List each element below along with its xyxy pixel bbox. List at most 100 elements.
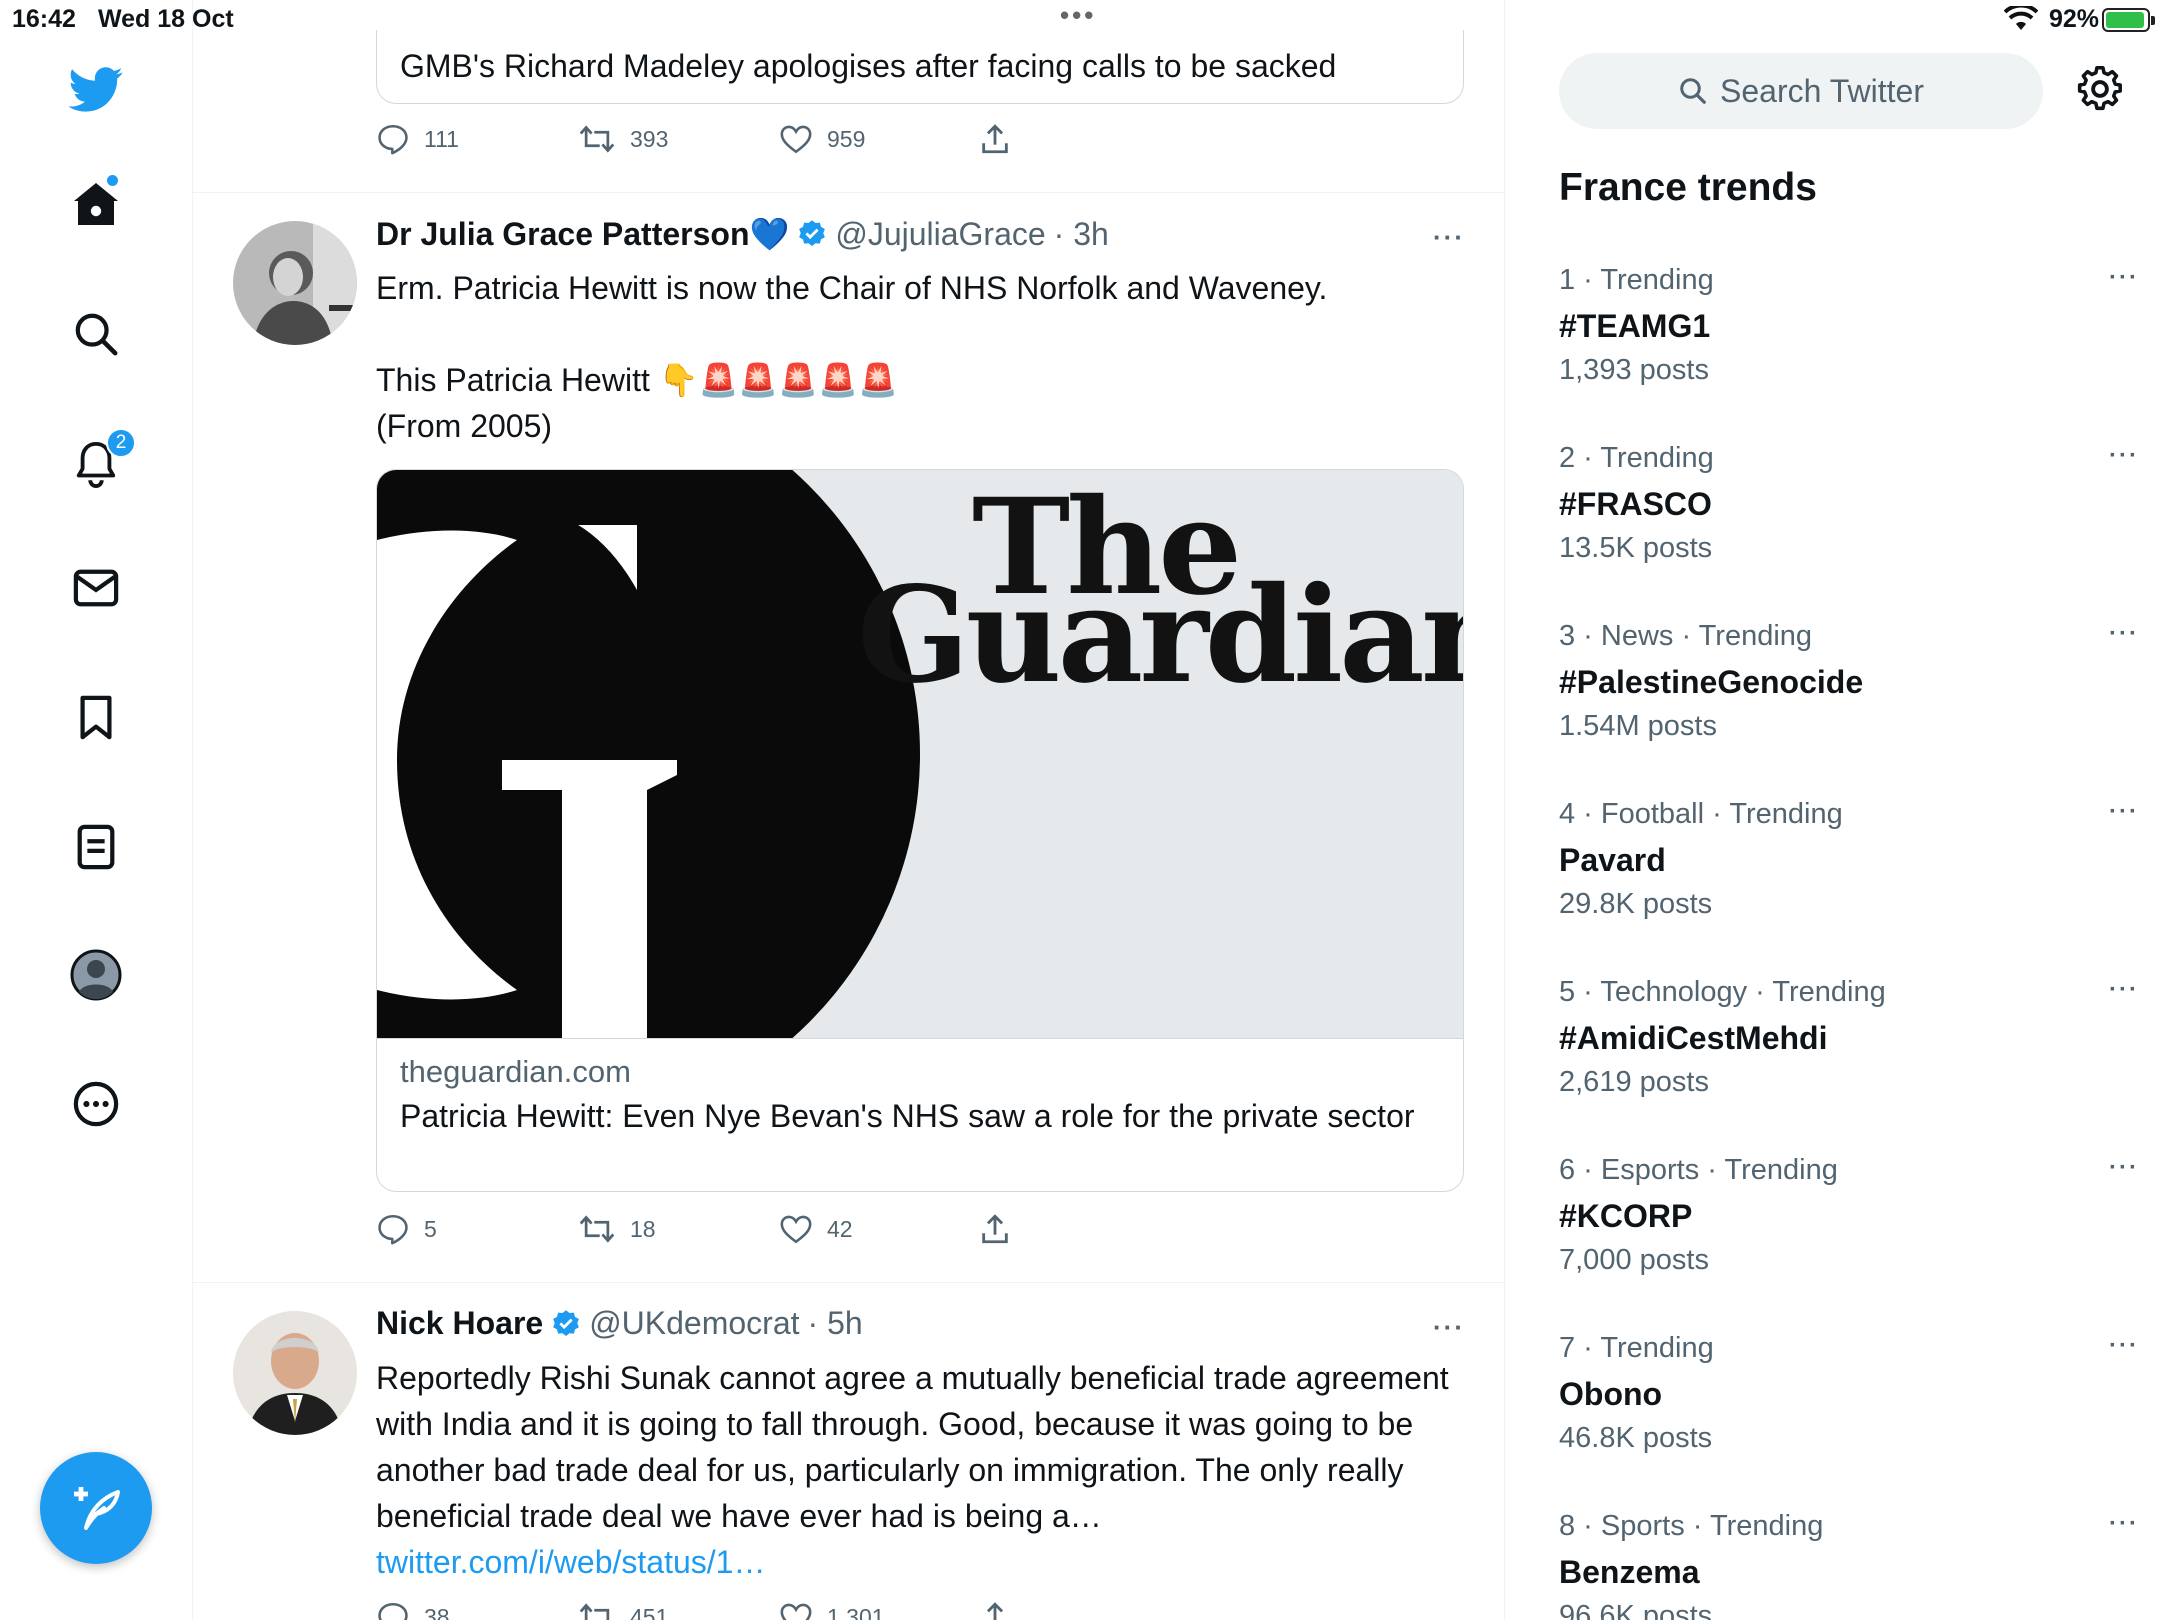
timeline-feed[interactable]: GMB's Richard Madeley apologises after f… [193,0,1505,1620]
tweet-author-handle[interactable]: @JujuliaGrace [835,216,1045,253]
tweet-author-name[interactable]: Nick Hoare [376,1305,543,1342]
trend-more-button[interactable]: ··· [2109,1154,2139,1182]
lists-icon[interactable] [64,815,128,879]
trend-item[interactable]: 3 · News · Trending #PalestineGenocide 1… [1559,620,2139,746]
search-icon [1680,78,1706,104]
trend-posts: 1.54M posts [1559,710,1717,742]
link-card[interactable]: The Guardian theguardian.com Patricia He… [376,469,1464,1192]
retweet-icon [579,125,615,153]
heart-icon [780,125,812,154]
share-button[interactable] [978,122,1012,156]
right-sidebar: Search Twitter France trends 1 · Trendin… [1505,0,2160,1620]
like-count: 42 [827,1215,853,1242]
trend-meta: 4 · Football · Trending [1559,798,1843,830]
share-button[interactable] [978,1212,1012,1246]
share-icon [982,124,1008,154]
trend-more-button[interactable]: ··· [2109,442,2139,470]
retweet-icon [579,1215,615,1243]
more-options-icon[interactable] [64,1072,128,1136]
reply-icon [378,1214,408,1245]
share-button[interactable] [978,1600,1012,1620]
search-icon[interactable] [64,302,128,366]
reply-icon [378,1602,408,1620]
share-icon [982,1214,1008,1244]
avatar[interactable] [233,221,357,345]
reply-button[interactable]: 111 [376,122,459,156]
like-button[interactable]: 42 [779,1212,853,1246]
tweet-text-line: This Patricia Hewitt 👇🚨🚨🚨🚨🚨 [376,362,898,398]
trend-item[interactable]: 2 · Trending #FRASCO 13.5K posts ··· [1559,442,2139,568]
trend-name: Obono [1559,1376,1663,1412]
tweet-text-body: Reportedly Rishi Sunak cannot agree a mu… [376,1360,1449,1534]
trend-item[interactable]: 5 · Technology · Trending #AmidiCestMehd… [1559,976,2139,1102]
tweet-header: Dr Julia Grace Patterson💙 @JujuliaGrace … [376,215,1109,253]
link-card-image: The Guardian [377,470,1463,1039]
trend-item[interactable]: 8 · Sports · Trending Benzema 96.6K post… [1559,1510,2139,1620]
tweet-timestamp[interactable]: · 3h [1054,216,1109,253]
trend-posts: 1,393 posts [1559,354,1709,386]
trend-item[interactable]: 1 · Trending #TEAMG1 1,393 posts ··· [1559,264,2139,390]
trend-posts: 96.6K posts [1559,1600,1713,1620]
reply-count: 38 [424,1603,450,1620]
tweet-actions: 111 393 959 [376,122,1076,162]
trend-posts: 29.8K posts [1559,888,1713,920]
home-icon[interactable] [64,172,128,236]
retweet-button[interactable]: 393 [578,122,668,156]
messages-envelope-icon[interactable] [64,556,128,620]
reply-button[interactable]: 5 [376,1212,437,1246]
profile-avatar-icon[interactable] [64,943,128,1007]
notifications-badge: 2 [106,428,136,458]
avatar[interactable] [233,1311,357,1435]
link-card-previous[interactable]: GMB's Richard Madeley apologises after f… [376,30,1464,104]
heart-icon [780,1603,812,1620]
trend-meta: 7 · Trending [1559,1332,1714,1364]
trend-posts: 7,000 posts [1559,1244,1709,1276]
home-unread-dot [107,175,118,186]
compose-tweet-button[interactable] [40,1452,152,1564]
trend-posts: 2,619 posts [1559,1066,1709,1098]
retweet-button[interactable]: 451 [578,1600,668,1620]
trend-meta: 1 · Trending [1559,264,1714,296]
retweet-count: 393 [630,125,669,152]
bookmarks-icon[interactable] [64,686,128,750]
verified-badge-icon [553,1309,580,1336]
retweet-icon [579,1603,610,1620]
trend-more-button[interactable]: ··· [2109,1510,2139,1538]
tweet-link[interactable]: twitter.com/i/web/status/1… [376,1544,765,1580]
tweet-actions: 5 18 42 [376,1212,1076,1252]
trend-more-button[interactable]: ··· [2109,620,2139,648]
tweet-more-button[interactable]: ··· [1433,1312,1465,1343]
reply-count: 111 [424,125,459,152]
trend-meta: 3 · News · Trending [1559,620,1813,652]
trend-item[interactable]: 6 · Esports · Trending #KCORP 7,000 post… [1559,1154,2139,1280]
tweet-timestamp[interactable]: · 5h [808,1305,863,1342]
trend-name: #AmidiCestMehdi [1559,1020,1828,1056]
like-button[interactable]: 1,301 [779,1600,885,1620]
settings-gear-icon[interactable] [2077,66,2123,117]
compose-feather-icon [74,1487,120,1530]
trend-meta: 5 · Technology · Trending [1559,976,1886,1008]
tweet-more-button[interactable]: ··· [1433,222,1465,253]
tweet-divider [193,192,1504,193]
guardian-g-logo [377,470,920,1038]
like-count: 1,301 [827,1603,885,1620]
tweet-author-name[interactable]: Dr Julia Grace Patterson💙 [376,215,789,253]
tweet-author-handle[interactable]: @UKdemocrat [589,1305,799,1342]
trend-item[interactable]: 4 · Football · Trending Pavard 29.8K pos… [1559,798,2139,924]
trend-item[interactable]: 7 · Trending Obono 46.8K posts ··· [1559,1332,2139,1458]
search-input[interactable]: Search Twitter [1559,53,2043,129]
like-button[interactable]: 959 [779,122,865,156]
trend-more-button[interactable]: ··· [2109,264,2139,292]
reply-button[interactable]: 38 [376,1600,450,1620]
twitter-logo-icon[interactable] [64,58,128,122]
reply-count: 5 [424,1215,437,1242]
trend-more-button[interactable]: ··· [2109,1332,2139,1360]
trend-name: #TEAMG1 [1559,308,1711,344]
retweet-button[interactable]: 18 [578,1212,656,1246]
retweet-count: 451 [630,1603,669,1620]
like-count: 959 [827,125,866,152]
trend-posts: 13.5K posts [1559,532,1713,564]
link-card-domain: theguardian.com [400,1054,631,1089]
trend-more-button[interactable]: ··· [2109,798,2139,826]
trend-more-button[interactable]: ··· [2109,976,2139,1004]
